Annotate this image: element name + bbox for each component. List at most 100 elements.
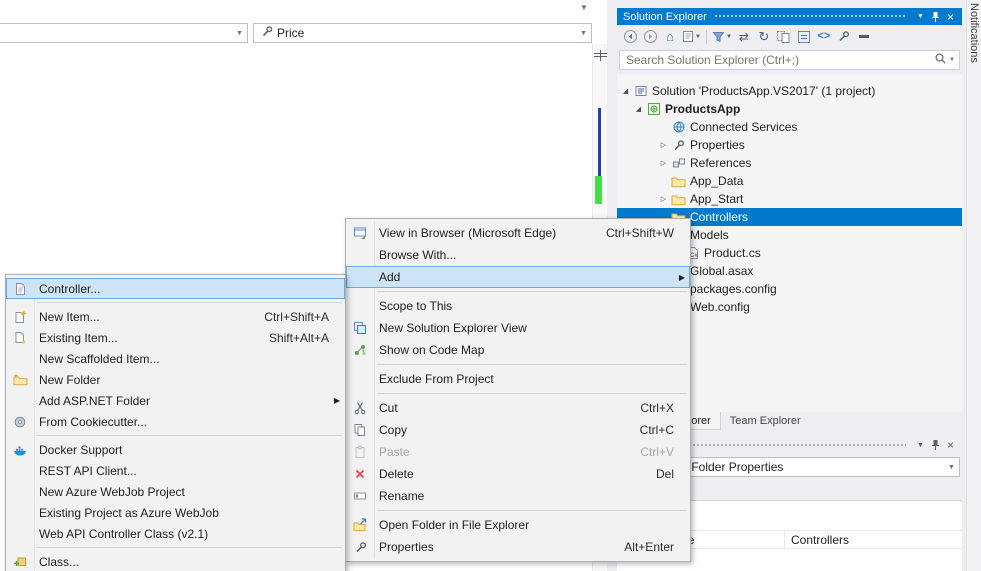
menu-item-show-on-code-map[interactable]: Show on Code Map (346, 339, 690, 361)
search-input[interactable] (626, 53, 934, 67)
home-icon[interactable]: ⌂ (660, 27, 680, 47)
expander-icon[interactable]: ▷ (657, 159, 670, 167)
switch-views-icon[interactable]: ▼ (680, 27, 703, 47)
sync-active-document-icon[interactable]: ⇄ (734, 27, 754, 47)
menu-item-rest-api-client[interactable]: REST API Client... (6, 460, 345, 481)
close-icon[interactable]: × (943, 10, 958, 24)
chevron-down-icon[interactable]: ▼ (580, 3, 588, 12)
notifications-label: Notifications (968, 3, 980, 63)
solution-explorer-titlebar: Solution Explorer ▼ × (617, 8, 962, 25)
menu-item-add-aspnet-folder[interactable]: Add ASP.NET Folder ▶ (6, 390, 345, 411)
class-icon (8, 555, 32, 568)
menu-item-paste[interactable]: Paste Ctrl+V (346, 441, 690, 463)
solution-explorer-toolbar: ⌂ ▼ ▼ ⇄ ↻ <> (617, 25, 962, 48)
menu-item-delete[interactable]: Delete Del (346, 463, 690, 485)
chevron-down-icon[interactable]: ▼ (944, 458, 959, 476)
nav-types-dropdown[interactable]: ▼ (0, 23, 248, 43)
menu-item-docker-support[interactable]: Docker Support (6, 439, 345, 460)
menu-item-cut[interactable]: Cut Ctrl+X (346, 397, 690, 419)
menu-item-class[interactable]: Class... (6, 551, 345, 571)
menu-item-rename[interactable]: Rename (346, 485, 690, 507)
menu-item-controller[interactable]: Controller... (6, 278, 345, 299)
expander-icon[interactable]: ▷ (657, 141, 670, 149)
delete-icon (348, 467, 372, 481)
wrench-icon (670, 139, 687, 152)
expander-icon[interactable]: ◢ (619, 87, 632, 95)
tree-item-connected-services[interactable]: Connected Services (617, 118, 962, 136)
tree-item-app-data[interactable]: App_Data (617, 172, 962, 190)
rename-icon (348, 489, 372, 503)
menu-item-new-folder[interactable]: New Folder (6, 369, 345, 390)
tree-item-app-start[interactable]: ▷ App_Start (617, 190, 962, 208)
menu-item-new-scaffolded-item[interactable]: New Scaffolded Item... (6, 348, 345, 369)
window-position-icon[interactable]: ▼ (913, 10, 928, 24)
view-code-icon[interactable]: <> (814, 27, 834, 47)
wrench-icon (260, 25, 273, 41)
tree-item-project[interactable]: ◢ ProductsApp (617, 100, 962, 118)
titlebar-grip (714, 14, 906, 19)
search-icon[interactable] (934, 52, 947, 68)
split-editor-handle[interactable] (594, 50, 607, 64)
menu-separator (37, 435, 342, 436)
pin-icon[interactable] (928, 10, 943, 24)
menu-separator (37, 302, 342, 303)
tree-item-properties[interactable]: ▷ Properties (617, 136, 962, 154)
browser-icon (348, 226, 372, 240)
notifications-strip[interactable]: Notifications (966, 0, 981, 571)
menu-item-browse-with[interactable]: Browse With... (346, 244, 690, 266)
refresh-icon[interactable]: ↻ (754, 27, 774, 47)
expander-icon[interactable]: ◢ (632, 105, 645, 113)
solution-icon (632, 84, 649, 98)
chevron-down-icon[interactable]: ▼ (576, 24, 591, 42)
show-all-files-icon[interactable] (774, 27, 794, 47)
menu-item-add[interactable]: Add ▶ (346, 266, 690, 288)
close-icon[interactable]: × (943, 438, 958, 452)
references-icon (670, 156, 687, 170)
menu-separator (37, 547, 342, 548)
collapse-all-icon[interactable] (794, 27, 814, 47)
paste-icon (348, 445, 372, 459)
properties-icon[interactable] (834, 27, 854, 47)
folder-icon (670, 175, 687, 188)
menu-item-properties[interactable]: Properties Alt+Enter (346, 536, 690, 558)
nav-members-dropdown[interactable]: Price ▼ (253, 23, 592, 43)
menu-item-existing-project-as-azure-webjob[interactable]: Existing Project as Azure WebJob (6, 502, 345, 523)
copy-icon (348, 423, 372, 437)
tab-team-explorer[interactable]: Team Explorer (721, 412, 810, 430)
forward-icon[interactable] (640, 27, 660, 47)
window-position-icon[interactable]: ▼ (913, 438, 928, 452)
property-value[interactable]: Controllers (785, 533, 849, 547)
cookiecutter-icon (8, 415, 32, 429)
menu-item-new-azure-webjob-project[interactable]: New Azure WebJob Project (6, 481, 345, 502)
chevron-down-icon[interactable]: ▼ (949, 57, 955, 63)
pin-icon[interactable] (928, 438, 943, 452)
tree-item-solution[interactable]: ◢ Solution 'ProductsApp.VS2017' (1 proje… (617, 82, 962, 100)
menu-item-exclude-from-project[interactable]: Exclude From Project (346, 368, 690, 390)
preview-selected-items-icon[interactable] (854, 27, 874, 47)
menu-item-web-api-controller-class[interactable]: Web API Controller Class (v2.1) (6, 523, 345, 544)
menu-separator (377, 364, 687, 365)
menu-item-from-cookiecutter[interactable]: From Cookiecutter... (6, 411, 345, 432)
connected-services-icon (670, 120, 687, 134)
submenu-arrow-icon: ▶ (334, 396, 340, 405)
tree-item-references[interactable]: ▷ References (617, 154, 962, 172)
menu-item-existing-item[interactable]: Existing Item... Shift+Alt+A (6, 327, 345, 348)
menu-item-new-item[interactable]: New Item... Ctrl+Shift+A (6, 306, 345, 327)
solution-explorer-view-icon (348, 321, 372, 335)
chevron-down-icon[interactable]: ▼ (232, 24, 247, 42)
menu-separator (377, 510, 687, 511)
filter-icon[interactable]: ▼ (710, 27, 734, 47)
menu-item-scope-to-this[interactable]: Scope to This (346, 295, 690, 317)
context-menu: View in Browser (Microsoft Edge) Ctrl+Sh… (345, 218, 691, 562)
menu-item-view-in-browser[interactable]: View in Browser (Microsoft Edge) Ctrl+Sh… (346, 222, 690, 244)
new-item-icon (8, 310, 32, 324)
vs-ide-screen: ▼ Price ▼ ▼ Solution Explorer ▼ × (0, 0, 981, 571)
new-folder-icon (8, 373, 32, 386)
existing-item-icon (8, 331, 32, 345)
menu-item-copy[interactable]: Copy Ctrl+C (346, 419, 690, 441)
back-icon[interactable] (620, 27, 640, 47)
controller-icon (8, 282, 32, 296)
expander-icon[interactable]: ▷ (657, 195, 670, 203)
menu-item-new-solution-explorer-view[interactable]: New Solution Explorer View (346, 317, 690, 339)
menu-item-open-folder-in-file-explorer[interactable]: Open Folder in File Explorer (346, 514, 690, 536)
